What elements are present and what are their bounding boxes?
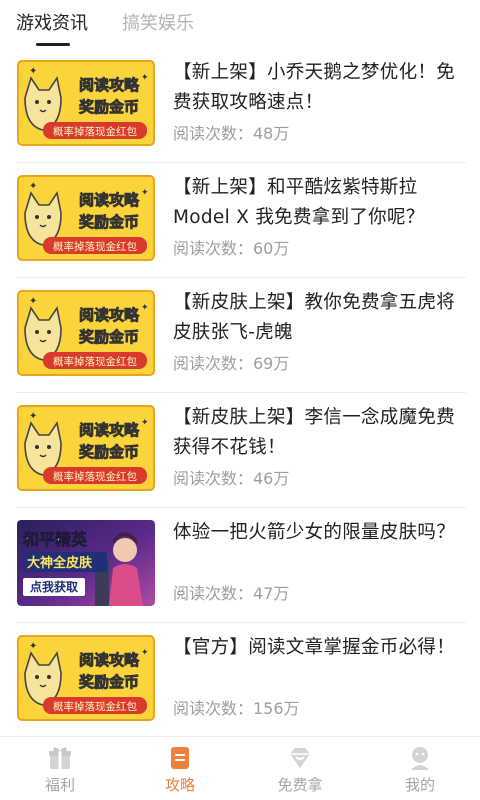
svg-text:✦: ✦ bbox=[141, 73, 149, 83]
guide-icon bbox=[171, 747, 189, 769]
game-thumb-line1: 和平精英 bbox=[23, 530, 88, 549]
article-read-count: 阅读次数：47万 bbox=[173, 584, 290, 603]
article-item[interactable]: 阅读攻略 奖励金币 概率掉落现金红包 ✦ ✦ 【新皮肤上架】李信一念成魔免费获得… bbox=[0, 393, 480, 508]
article-item[interactable]: 阅读攻略 奖励金币 概率掉落现金红包 ✦ ✦ 【新上架】和平酷炫紫特斯拉Mode… bbox=[0, 163, 480, 278]
article-read-count: 阅读次数：46万 bbox=[173, 469, 290, 488]
article-item[interactable]: 阅读攻略 奖励金币 概率掉落现金红包 ✦ ✦ 【新皮肤上架】教你免费拿五虎将皮肤… bbox=[0, 278, 480, 393]
thumb-line1: 阅读攻略 bbox=[79, 306, 140, 324]
nav-label: 福利 bbox=[44, 776, 75, 794]
svg-text:✦: ✦ bbox=[29, 411, 37, 422]
thumb-line1: 阅读攻略 bbox=[79, 651, 140, 669]
app-screen: 游戏资讯 搞笑娱乐 阅读攻略 奖励金币 概率掉落现金红包 ✦ ✦ 【新上架】小乔… bbox=[0, 0, 480, 800]
article-read-count: 阅读次数：156万 bbox=[173, 699, 300, 718]
thumb-line2: 奖励金币 bbox=[79, 98, 139, 116]
active-tab-indicator bbox=[36, 43, 70, 46]
article-read-count: 阅读次数：48万 bbox=[173, 124, 290, 143]
nav-item-mine[interactable]: 我的 bbox=[360, 737, 480, 800]
thumb-line2: 奖励金币 bbox=[79, 213, 139, 231]
tab-game-news[interactable]: 游戏资讯 bbox=[16, 12, 88, 36]
diamond-icon bbox=[290, 748, 310, 768]
svg-text:✦: ✦ bbox=[29, 181, 37, 192]
article-thumbnail: 阅读攻略 奖励金币 概率掉落现金红包 ✦ ✦ bbox=[17, 635, 155, 721]
article-item[interactable]: 阅读攻略 奖励金币 概率掉落现金红包 ✦ ✦ 【官方】阅读文章掌握金币必得！ 阅… bbox=[0, 623, 480, 738]
thumb-line1: 阅读攻略 bbox=[79, 421, 140, 439]
article-item[interactable]: 和平精英 大神全皮肤 点我获取 体验一把火箭少女的限量皮肤吗？ 阅读次数：47万 bbox=[0, 508, 480, 623]
article-title: 【新上架】小乔天鹅之梦优化！免费获取攻略速点！ bbox=[173, 62, 456, 113]
thumb-banner: 概率掉落现金红包 bbox=[53, 240, 137, 253]
article-thumbnail: 阅读攻略 奖励金币 概率掉落现金红包 ✦ ✦ bbox=[17, 290, 155, 376]
svg-text:✦: ✦ bbox=[141, 648, 149, 658]
nav-label: 免费拿 bbox=[277, 776, 323, 794]
bottom-nav-bar: 福利 攻略 免费拿 我的 bbox=[0, 736, 480, 800]
svg-text:✦: ✦ bbox=[29, 641, 37, 652]
article-read-count: 阅读次数：60万 bbox=[173, 239, 290, 258]
article-title: 【新皮肤上架】教你免费拿五虎将皮肤张飞-虎魄 bbox=[173, 292, 456, 343]
game-thumb-button: 点我获取 bbox=[30, 579, 78, 594]
svg-text:✦: ✦ bbox=[29, 296, 37, 307]
article-item[interactable]: 阅读攻略 奖励金币 概率掉落现金红包 ✦ ✦ 【新上架】小乔天鹅之梦优化！免费获… bbox=[0, 48, 480, 163]
thumb-banner: 概率掉落现金红包 bbox=[53, 470, 137, 483]
thumb-banner: 概率掉落现金红包 bbox=[53, 700, 137, 713]
game-thumb-line2: 大神全皮肤 bbox=[27, 555, 93, 571]
nav-label: 我的 bbox=[404, 776, 435, 794]
thumb-line2: 奖励金币 bbox=[79, 443, 139, 461]
article-list: 阅读攻略 奖励金币 概率掉落现金红包 ✦ ✦ 【新上架】小乔天鹅之梦优化！免费获… bbox=[0, 48, 480, 738]
thumb-line2: 奖励金币 bbox=[79, 673, 139, 691]
nav-item-free[interactable]: 免费拿 bbox=[240, 737, 360, 800]
article-thumbnail: 阅读攻略 奖励金币 概率掉落现金红包 ✦ ✦ bbox=[17, 405, 155, 491]
top-tab-bar: 游戏资讯 搞笑娱乐 bbox=[0, 0, 480, 48]
svg-text:✦: ✦ bbox=[141, 188, 149, 198]
tab-funny-entertainment[interactable]: 搞笑娱乐 bbox=[122, 12, 194, 36]
article-read-count: 阅读次数：69万 bbox=[173, 354, 290, 373]
thumb-line2: 奖励金币 bbox=[79, 328, 139, 346]
article-thumbnail: 阅读攻略 奖励金币 概率掉落现金红包 ✦ ✦ bbox=[17, 175, 155, 261]
nav-label: 攻略 bbox=[164, 776, 195, 794]
article-thumbnail: 和平精英 大神全皮肤 点我获取 bbox=[17, 520, 155, 606]
thumb-banner: 概率掉落现金红包 bbox=[53, 355, 137, 368]
article-title: 【官方】阅读文章掌握金币必得！ bbox=[173, 637, 456, 658]
thumb-banner: 概率掉落现金红包 bbox=[53, 125, 137, 138]
svg-text:✦: ✦ bbox=[29, 66, 37, 77]
svg-text:✦: ✦ bbox=[141, 418, 149, 428]
article-title: 体验一把火箭少女的限量皮肤吗？ bbox=[173, 522, 456, 543]
article-thumbnail: 阅读攻略 奖励金币 概率掉落现金红包 ✦ ✦ bbox=[17, 60, 155, 146]
nav-item-welfare[interactable]: 福利 bbox=[0, 737, 120, 800]
article-title: 【新皮肤上架】李信一念成魔免费获得不花钱！ bbox=[173, 407, 456, 458]
gift-icon bbox=[49, 747, 71, 769]
nav-item-guide[interactable]: 攻略 bbox=[120, 737, 240, 800]
thumb-line1: 阅读攻略 bbox=[79, 191, 140, 209]
article-title: 【新上架】和平酷炫紫特斯拉Model X 我免费拿到了你呢？ bbox=[173, 177, 425, 228]
profile-icon bbox=[411, 747, 429, 770]
thumb-line1: 阅读攻略 bbox=[79, 76, 140, 94]
svg-text:✦: ✦ bbox=[141, 303, 149, 313]
